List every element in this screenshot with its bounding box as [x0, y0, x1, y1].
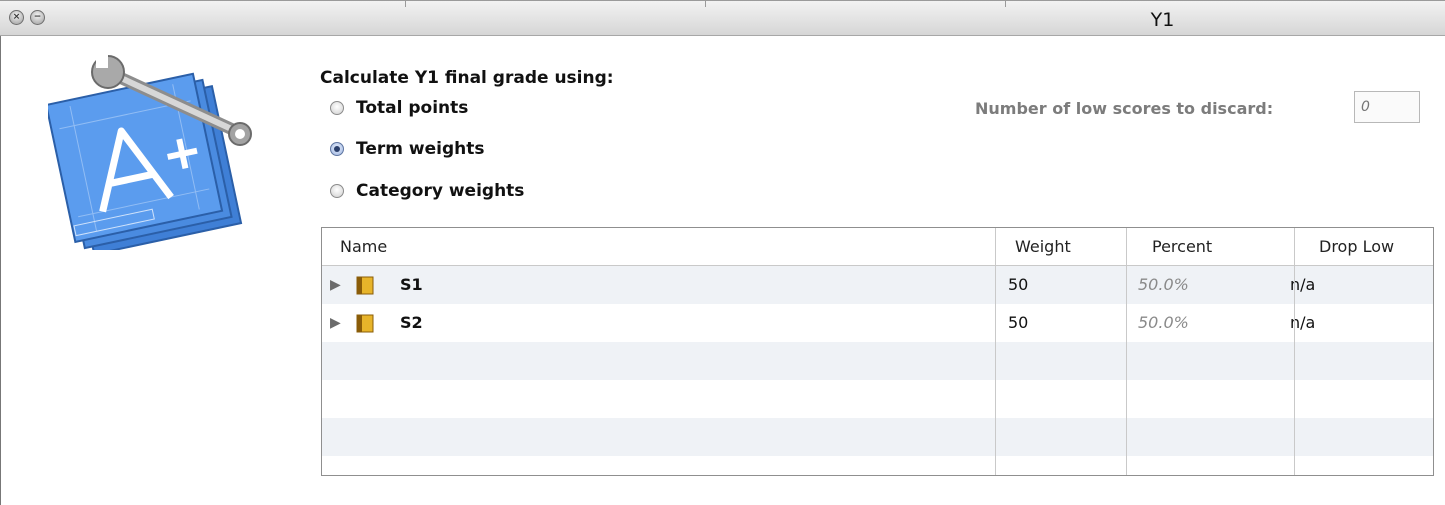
row-name: S1	[400, 275, 423, 294]
window-left-border	[0, 36, 1, 505]
radio-label: Total points	[356, 98, 469, 118]
weights-table: ▶ S1 50 50.0% n/a ▶ S2 50 50.0% n/a Name…	[321, 227, 1434, 476]
row-weight[interactable]: 50	[1008, 266, 1028, 304]
empty-row	[322, 418, 1433, 456]
radio-total-points[interactable]: Total points	[330, 98, 468, 118]
table-row[interactable]: ▶ S2 50 50.0% n/a	[322, 304, 1433, 342]
title-bar-divider	[405, 1, 406, 7]
radio-category-weights[interactable]: Category weights	[330, 181, 524, 201]
table-header: Name Weight Percent Drop Low	[322, 228, 1433, 266]
title-bar: × − Y1	[0, 0, 1445, 36]
column-header-weight[interactable]: Weight	[1015, 228, 1071, 266]
window-title: Y1	[1150, 9, 1175, 31]
discard-low-scores-input[interactable]	[1354, 91, 1420, 123]
row-weight[interactable]: 50	[1008, 304, 1028, 342]
title-bar-divider	[705, 1, 706, 7]
empty-row	[322, 380, 1433, 418]
title-bar-divider	[1005, 1, 1006, 7]
empty-row	[322, 342, 1433, 380]
grade-tools-app-icon	[48, 54, 252, 250]
column-divider[interactable]	[1294, 228, 1295, 475]
calculation-method-heading: Calculate Y1 final grade using:	[320, 68, 614, 88]
column-divider[interactable]	[995, 228, 996, 475]
column-header-percent[interactable]: Percent	[1152, 228, 1212, 266]
row-percent: 50.0%	[1138, 313, 1189, 332]
discard-low-scores-label: Number of low scores to discard:	[975, 99, 1274, 118]
column-header-name[interactable]: Name	[340, 228, 387, 266]
row-name: S2	[400, 313, 423, 332]
radio-button[interactable]	[330, 101, 344, 115]
radio-label: Term weights	[356, 139, 485, 159]
column-divider[interactable]	[1126, 228, 1127, 475]
radio-button-selected[interactable]	[330, 142, 344, 156]
radio-button[interactable]	[330, 184, 344, 198]
disclosure-triangle-icon[interactable]: ▶	[330, 266, 341, 304]
row-percent: 50.0%	[1138, 275, 1189, 294]
radio-label: Category weights	[356, 181, 525, 201]
book-icon	[356, 276, 374, 295]
column-header-drop-low[interactable]: Drop Low	[1319, 228, 1394, 266]
table-row[interactable]: ▶ S1 50 50.0% n/a	[322, 266, 1433, 304]
disclosure-triangle-icon[interactable]: ▶	[330, 304, 341, 342]
radio-term-weights[interactable]: Term weights	[330, 139, 484, 159]
book-icon	[356, 314, 374, 333]
